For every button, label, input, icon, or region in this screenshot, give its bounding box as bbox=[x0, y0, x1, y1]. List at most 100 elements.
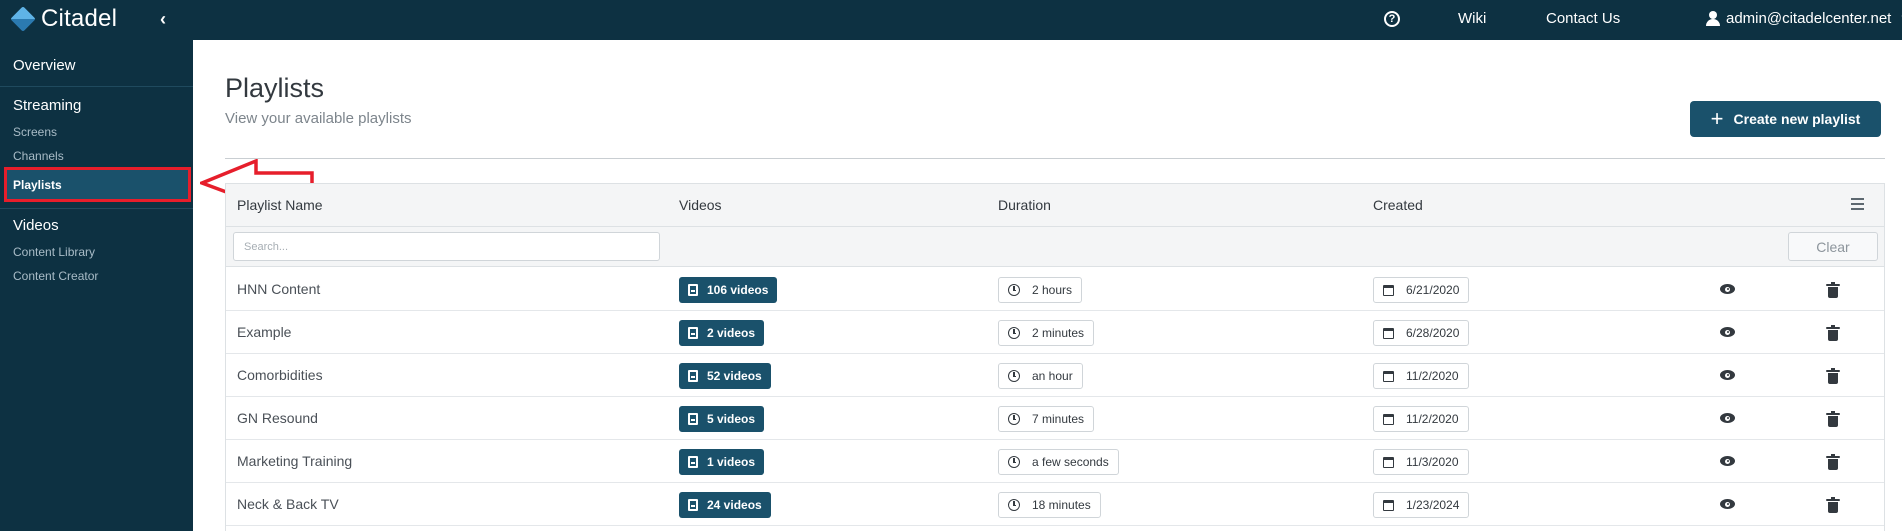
delete-trash-icon[interactable] bbox=[1826, 325, 1840, 341]
created-date: 11/2/2020 bbox=[1406, 412, 1459, 426]
create-playlist-label: Create new playlist bbox=[1733, 111, 1861, 127]
duration-value: 7 minutes bbox=[1032, 412, 1085, 426]
created-date: 6/28/2020 bbox=[1406, 326, 1460, 340]
delete-trash-icon[interactable] bbox=[1826, 368, 1840, 384]
videos-count-badge[interactable]: 52 videos bbox=[679, 363, 771, 389]
created-date-badge: 11/3/2020 bbox=[1373, 449, 1469, 475]
table-row[interactable]: Comorbidities 52 videos an hour 11/2/2020 bbox=[226, 354, 1884, 397]
playlist-name: Example bbox=[237, 324, 292, 340]
table-row[interactable]: GN Resound 5 videos 7 minutes 11/2/2020 bbox=[226, 397, 1884, 440]
create-playlist-button[interactable]: + Create new playlist bbox=[1690, 101, 1881, 137]
duration-value: 18 minutes bbox=[1032, 498, 1091, 512]
sidebar-section-streaming: Streaming bbox=[13, 97, 82, 114]
duration-badge: 7 minutes bbox=[998, 406, 1095, 432]
brand[interactable]: Citadel bbox=[10, 5, 118, 33]
column-header-playlist-name[interactable]: Playlist Name bbox=[237, 197, 323, 213]
sidebar-divider bbox=[0, 86, 193, 87]
delete-trash-icon[interactable] bbox=[1826, 411, 1840, 427]
column-header-videos[interactable]: Videos bbox=[679, 197, 722, 213]
created-date-badge: 11/2/2020 bbox=[1373, 406, 1469, 432]
clock-icon bbox=[1008, 327, 1020, 339]
videos-count-badge[interactable]: 24 videos bbox=[679, 492, 771, 518]
view-eye-icon[interactable] bbox=[1720, 284, 1735, 294]
column-header-created[interactable]: Created bbox=[1373, 197, 1423, 213]
created-date-badge: 6/28/2020 bbox=[1373, 320, 1470, 346]
sidebar-item-playlists-label: Playlists bbox=[13, 178, 62, 192]
playlist-name: GN Resound bbox=[237, 410, 318, 426]
clock-icon bbox=[1008, 413, 1020, 425]
created-date: 1/23/2024 bbox=[1406, 498, 1460, 512]
delete-trash-icon[interactable] bbox=[1826, 282, 1840, 298]
sidebar-item-overview[interactable]: Overview bbox=[13, 57, 76, 74]
playlist-name: Comorbidities bbox=[237, 367, 323, 383]
user-email: admin@citadelcenter.net bbox=[1726, 10, 1892, 27]
clear-button[interactable]: Clear bbox=[1788, 232, 1878, 261]
clock-icon bbox=[1008, 499, 1020, 511]
duration-value: a few seconds bbox=[1032, 455, 1109, 469]
brand-name: Citadel bbox=[41, 5, 118, 32]
clock-icon bbox=[1008, 370, 1020, 382]
sidebar-item-channels[interactable]: Channels bbox=[13, 149, 64, 163]
plus-icon: + bbox=[1710, 106, 1724, 131]
view-eye-icon[interactable] bbox=[1720, 499, 1735, 509]
view-eye-icon[interactable] bbox=[1720, 370, 1735, 380]
videos-count: 52 videos bbox=[707, 369, 762, 383]
table-row[interactable]: Example 2 videos 2 minutes 6/28/2020 bbox=[226, 311, 1884, 354]
duration-badge: 2 minutes bbox=[998, 320, 1095, 346]
sidebar-item-content-creator[interactable]: Content Creator bbox=[13, 269, 98, 283]
clock-icon bbox=[1008, 456, 1020, 468]
created-date-badge: 6/21/2020 bbox=[1373, 277, 1470, 303]
view-eye-icon[interactable] bbox=[1720, 327, 1735, 337]
duration-badge: 18 minutes bbox=[998, 492, 1101, 518]
delete-trash-icon[interactable] bbox=[1826, 454, 1840, 470]
videos-count: 5 videos bbox=[707, 412, 756, 426]
sidebar-collapse-chevron-icon[interactable]: ‹ bbox=[160, 9, 166, 30]
nav-wiki-link[interactable]: Wiki bbox=[1458, 10, 1486, 27]
videos-count-badge[interactable]: 2 videos bbox=[679, 320, 765, 346]
videos-count-badge[interactable]: 106 videos bbox=[679, 277, 778, 303]
search-input[interactable] bbox=[233, 232, 660, 261]
user-icon bbox=[1706, 11, 1720, 26]
videos-count-badge[interactable]: 5 videos bbox=[679, 406, 765, 432]
page-subtitle: View your available playlists bbox=[225, 110, 412, 127]
user-menu[interactable]: admin@citadelcenter.net ▼ bbox=[1706, 10, 1902, 27]
videos-count-badge[interactable]: 1 videos bbox=[679, 449, 765, 475]
calendar-icon bbox=[1383, 499, 1394, 511]
sidebar-item-playlists[interactable]: Playlists bbox=[4, 167, 191, 202]
file-icon bbox=[688, 284, 698, 296]
nav-contact-link[interactable]: Contact Us bbox=[1546, 10, 1620, 27]
delete-trash-icon[interactable] bbox=[1826, 497, 1840, 513]
videos-count: 24 videos bbox=[707, 498, 762, 512]
help-icon[interactable]: ? bbox=[1384, 11, 1400, 27]
file-icon bbox=[688, 413, 698, 425]
calendar-icon bbox=[1383, 284, 1394, 296]
created-date-badge: 11/2/2020 bbox=[1373, 363, 1469, 389]
view-eye-icon[interactable] bbox=[1720, 456, 1735, 466]
sidebar-item-content-library[interactable]: Content Library bbox=[13, 245, 95, 259]
file-icon bbox=[688, 499, 698, 511]
sidebar-divider bbox=[0, 208, 193, 209]
created-date: 6/21/2020 bbox=[1406, 283, 1460, 297]
table-header: Playlist Name Videos Duration Created bbox=[226, 184, 1884, 227]
view-eye-icon[interactable] bbox=[1720, 413, 1735, 423]
file-icon bbox=[688, 370, 698, 382]
column-header-duration[interactable]: Duration bbox=[998, 197, 1051, 213]
videos-count: 2 videos bbox=[707, 326, 756, 340]
playlist-name: Neck & Back TV bbox=[237, 496, 339, 512]
playlist-name: HNN Content bbox=[237, 281, 321, 297]
column-menu-icon[interactable] bbox=[1851, 198, 1864, 210]
duration-badge: an hour bbox=[998, 363, 1083, 389]
duration-badge: 2 hours bbox=[998, 277, 1083, 303]
table-row[interactable]: HNN Content 106 videos 2 hours 6/21/2020 bbox=[226, 268, 1884, 311]
created-date: 11/2/2020 bbox=[1406, 369, 1459, 383]
playlist-name: Marketing Training bbox=[237, 453, 353, 469]
table-row[interactable]: Marketing Training 1 videos a few seconds 1… bbox=[226, 440, 1884, 483]
clock-icon bbox=[1008, 284, 1020, 296]
citadel-logo-icon bbox=[10, 6, 36, 32]
calendar-icon bbox=[1383, 456, 1394, 468]
calendar-icon bbox=[1383, 327, 1394, 339]
duration-value: an hour bbox=[1032, 369, 1073, 383]
table-row[interactable]: Neck & Back TV 24 videos 18 minutes 1/23/20… bbox=[226, 483, 1884, 526]
sidebar-item-screens[interactable]: Screens bbox=[13, 125, 57, 139]
file-icon bbox=[688, 456, 698, 468]
